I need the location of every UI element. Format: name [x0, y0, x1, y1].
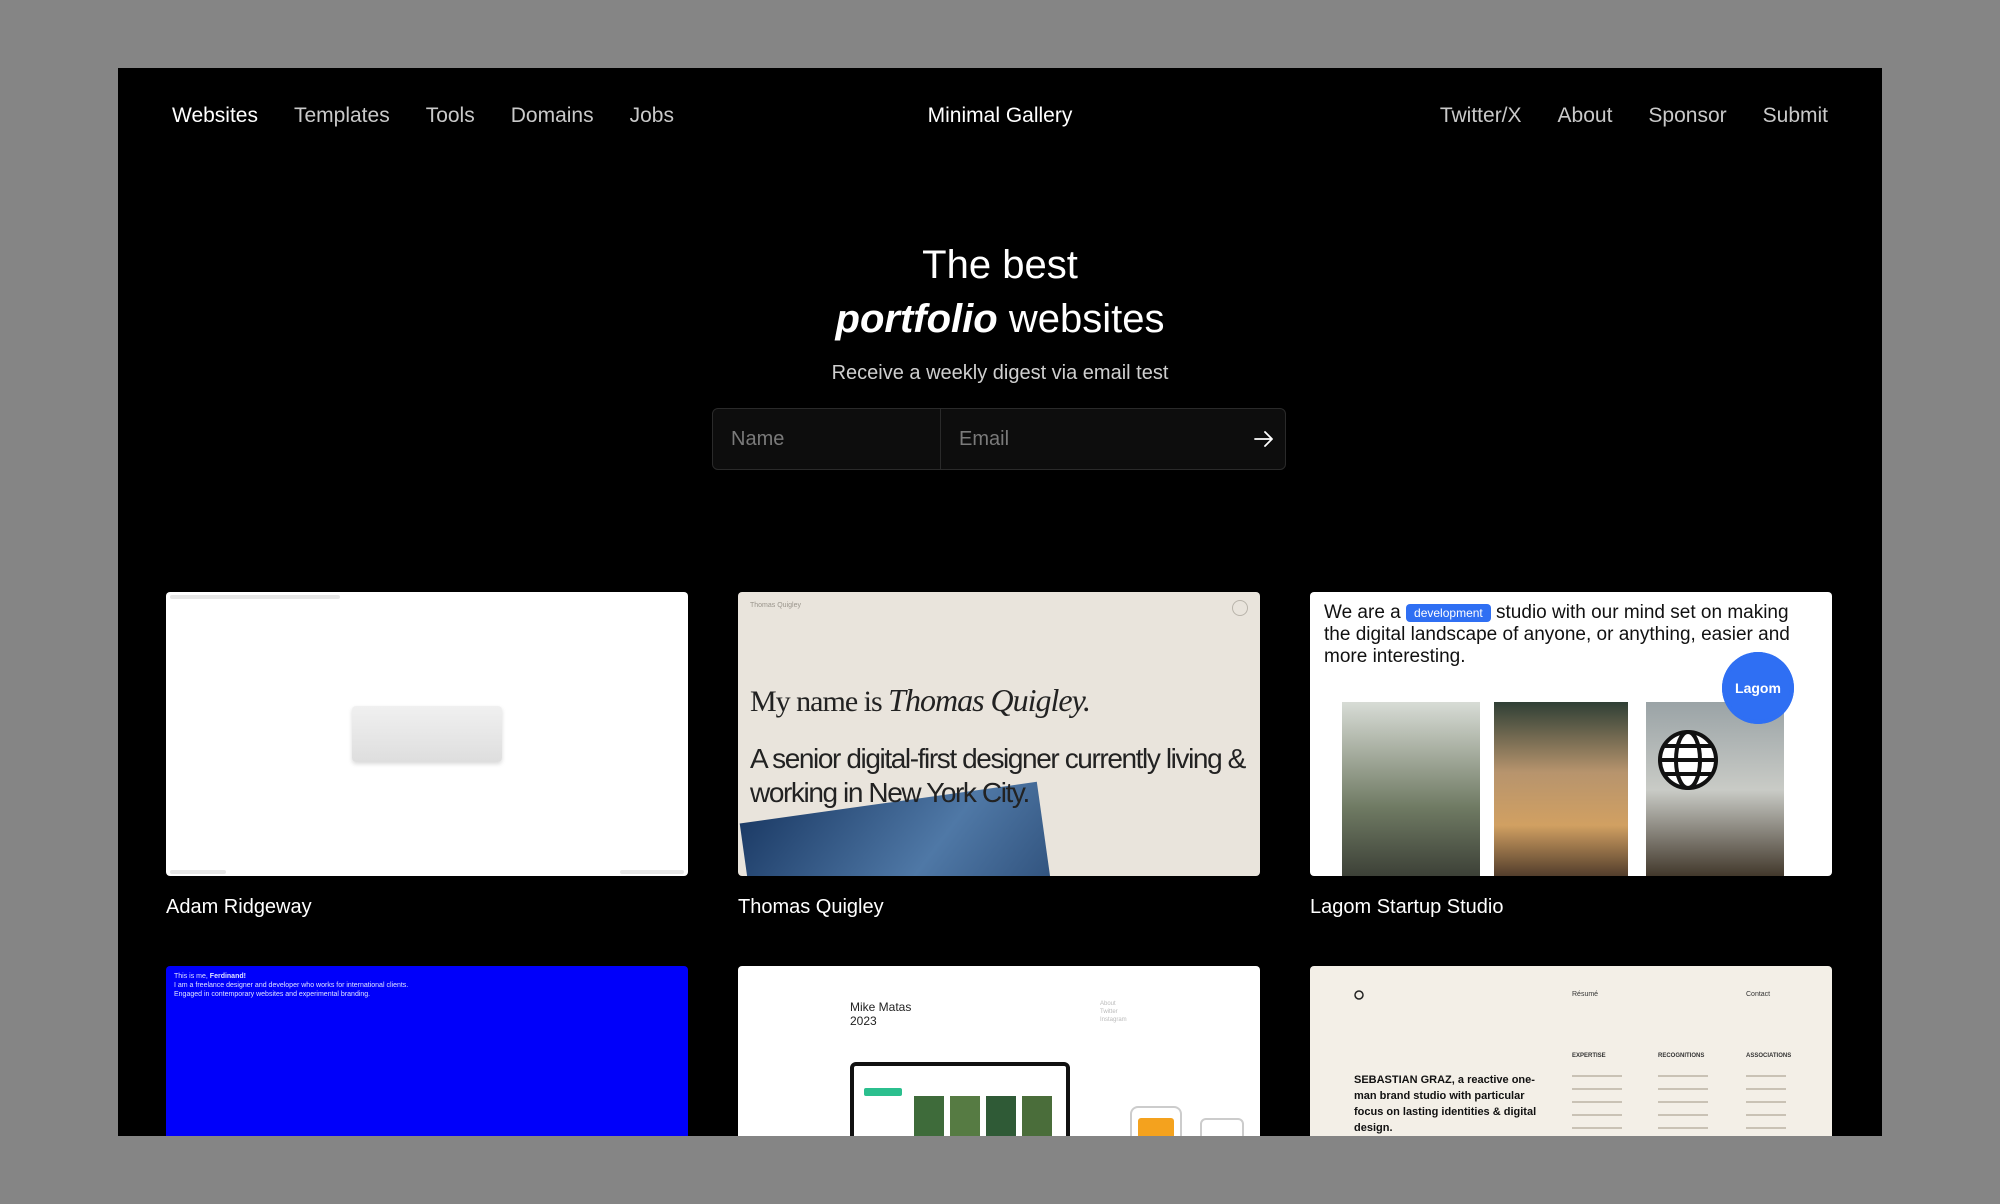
card-thumbnail[interactable]: We are a development studio with our min… [1310, 592, 1832, 876]
newsletter-form [712, 408, 1286, 470]
thumb-footer-right [620, 870, 684, 874]
thumb-nav-item: Résumé [1572, 991, 1599, 998]
card-thumbnail[interactable]: This is me, Ferdinand! I am a freelance … [166, 966, 688, 1136]
hero-title-emphasis: portfolio [835, 297, 998, 341]
thumb-photo [1646, 702, 1784, 876]
thumb-link: Twitter [1100, 1009, 1118, 1015]
browser-viewport: Websites Templates Tools Domains Jobs Mi… [118, 68, 1882, 1136]
thumb-list [1746, 1066, 1786, 1132]
thumb-year: 2023 [850, 1014, 877, 1028]
submit-arrow-button[interactable] [1242, 409, 1285, 469]
thumb-list [1572, 1066, 1622, 1132]
thumb-laptop [850, 1062, 1070, 1136]
gallery-card[interactable]: Thomas Quigley My name is Thomas Quigley… [738, 592, 1260, 919]
gallery-card[interactable]: This is me, Ferdinand! I am a freelance … [166, 966, 688, 1136]
card-thumbnail[interactable] [166, 592, 688, 876]
hero-title-rest: websites [997, 297, 1165, 341]
thumb-text: SEBASTIAN GRAZ, a reactive one-man brand… [1354, 1074, 1537, 1134]
card-title[interactable]: Lagom Startup Studio [1310, 896, 1832, 919]
thumb-col-heading: ASSOCIATIONS [1746, 1053, 1792, 1059]
thumb-link: About [1100, 1001, 1116, 1007]
thumb-phone [1130, 1106, 1182, 1136]
card-title[interactable]: Thomas Quigley [738, 896, 1260, 919]
thumb-body: A senior digital-first designer currentl… [750, 743, 1246, 808]
gallery-card[interactable]: We are a development studio with our min… [1310, 592, 1832, 919]
nav-sponsor-link[interactable]: Sponsor [1648, 104, 1726, 128]
gallery-card[interactable]: Mike Matas 2023 About Twitter Instagram [738, 966, 1260, 1136]
thumb-plant [914, 1096, 944, 1136]
gallery-card[interactable]: Résumé Contact SEBASTIAN GRAZ, a reactiv… [1310, 966, 1832, 1136]
thumb-list [1658, 1066, 1708, 1132]
card-thumbnail[interactable]: Mike Matas 2023 About Twitter Instagram [738, 966, 1260, 1136]
thumb-col-heading: RECOGNITIONS [1658, 1053, 1705, 1059]
hero-title-line2: portfolio websites [118, 292, 1882, 346]
card-thumbnail[interactable]: Résumé Contact SEBASTIAN GRAZ, a reactiv… [1310, 966, 1832, 1136]
thumb-text: This is me, Ferdinand! I am a freelance … [174, 972, 408, 999]
hero-section: The best portfolio websites Receive a we… [118, 238, 1882, 385]
thumb-photo [1494, 702, 1628, 876]
thumb-line1-bold: Ferdinand! [209, 973, 246, 980]
thumb-links: About Twitter Instagram [1100, 1000, 1127, 1024]
thumb-text-pre: We are a [1324, 602, 1407, 624]
thumb-heading: Mike Matas 2023 [850, 1000, 911, 1028]
thumb-line3: Engaged in contemporary websites and exp… [174, 991, 371, 998]
thumb-heading-name: Thomas Quigley. [888, 682, 1091, 718]
thumb-line1: This is me, [174, 973, 210, 980]
gallery-card[interactable]: Adam Ridgeway [166, 592, 688, 919]
email-input[interactable] [941, 409, 1242, 469]
nav-twitter-link[interactable]: Twitter/X [1440, 104, 1522, 128]
thumb-plant [1022, 1096, 1052, 1136]
hero-title-line1: The best [922, 243, 1078, 287]
globe-icon [1658, 730, 1718, 790]
thumb-col-heading: EXPERTISE [1572, 1053, 1606, 1059]
thumb-nav-item: Contact [1746, 991, 1771, 998]
menu-icon [1232, 600, 1248, 616]
thumb-plant [986, 1096, 1016, 1136]
card-title[interactable]: Adam Ridgeway [166, 896, 688, 919]
thumb-heading-text: My name is [750, 685, 889, 718]
thumb-link: Instagram [1100, 1017, 1127, 1023]
name-input[interactable] [713, 409, 941, 469]
hero-subtitle: Receive a weekly digest via email test [831, 362, 1169, 384]
nav-submit-link[interactable]: Submit [1763, 104, 1828, 128]
thumb-heading: My name is Thomas Quigley. [750, 682, 1091, 719]
thumb-badge: Lagom [1722, 652, 1794, 724]
thumb-plant [950, 1096, 980, 1136]
thumb-3d-block [352, 706, 502, 762]
thumb-site-name: Thomas Quigley [750, 602, 801, 609]
thumb-tag: development [1406, 604, 1491, 622]
thumb-photo [1342, 702, 1480, 876]
thumb-line2: I am a freelance designer and developer … [174, 982, 409, 989]
thumb-ui-highlight [864, 1088, 902, 1096]
thumb-phone [1200, 1118, 1244, 1136]
thumb-name: Mike Matas [850, 1000, 912, 1014]
nav-about-link[interactable]: About [1558, 104, 1613, 128]
logo-icon [1354, 990, 1364, 1000]
card-thumbnail[interactable]: Thomas Quigley My name is Thomas Quigley… [738, 592, 1260, 876]
thumb-footer-left [170, 870, 226, 874]
arrow-right-icon [1253, 431, 1273, 447]
thumb-toolbar [170, 595, 340, 599]
secondary-nav: Twitter/X About Sponsor Submit [1440, 104, 1828, 128]
